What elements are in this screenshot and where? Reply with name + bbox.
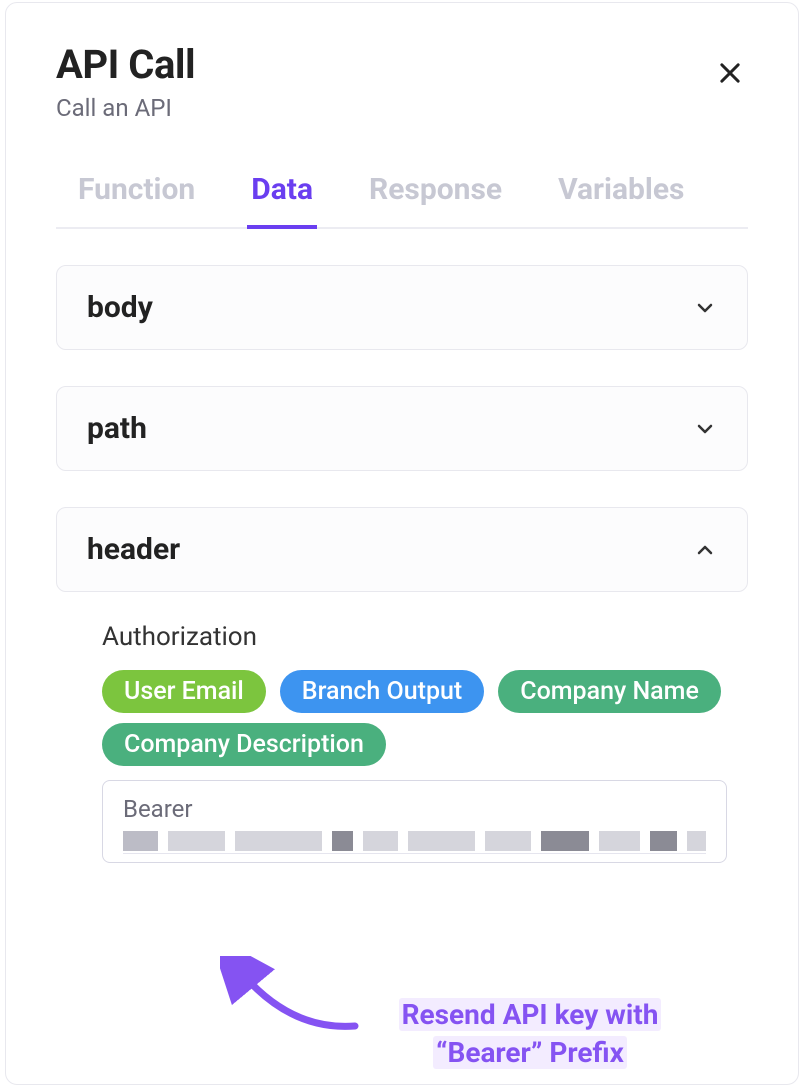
redacted-api-key: [123, 831, 706, 854]
annotation-line2: “Bearer” Prefix: [433, 1036, 627, 1069]
panel-subtitle: Call an API: [56, 94, 195, 122]
panel-header: API Call Call an API: [56, 41, 748, 122]
section-body-label: body: [87, 290, 153, 325]
title-group: API Call Call an API: [56, 41, 195, 122]
api-call-panel: API Call Call an API Function Data Respo…: [5, 2, 799, 1085]
tab-data[interactable]: Data: [247, 172, 317, 229]
field-name-label: Authorization: [102, 622, 748, 652]
chip-user-email[interactable]: User Email: [102, 670, 266, 713]
panel-title: API Call: [56, 41, 195, 88]
close-icon: [716, 59, 744, 87]
tab-response[interactable]: Response: [365, 172, 506, 229]
chip-company-description[interactable]: Company Description: [102, 723, 386, 766]
chip-branch-output[interactable]: Branch Output: [280, 670, 484, 713]
tab-variables[interactable]: Variables: [554, 172, 688, 229]
input-value-line1: Bearer: [123, 795, 706, 823]
header-field-area: Authorization User Email Branch Output C…: [56, 592, 748, 863]
annotation-line1: Resend API key with: [399, 998, 662, 1031]
annotation-text: Resend API key with “Bearer” Prefix: [340, 996, 720, 1072]
section-path-label: path: [87, 411, 147, 446]
authorization-input[interactable]: Bearer: [102, 780, 727, 863]
tab-function[interactable]: Function: [74, 172, 199, 229]
section-header[interactable]: header: [56, 507, 748, 592]
close-button[interactable]: [706, 49, 754, 97]
section-header-label: header: [87, 532, 180, 567]
tab-bar: Function Data Response Variables: [56, 170, 748, 229]
variable-chips: User Email Branch Output Company Name Co…: [102, 670, 748, 766]
section-path[interactable]: path: [56, 386, 748, 471]
chevron-down-icon: [693, 417, 717, 441]
chevron-up-icon: [693, 538, 717, 562]
section-body[interactable]: body: [56, 265, 748, 350]
chip-company-name[interactable]: Company Name: [498, 670, 721, 713]
chevron-down-icon: [693, 296, 717, 320]
